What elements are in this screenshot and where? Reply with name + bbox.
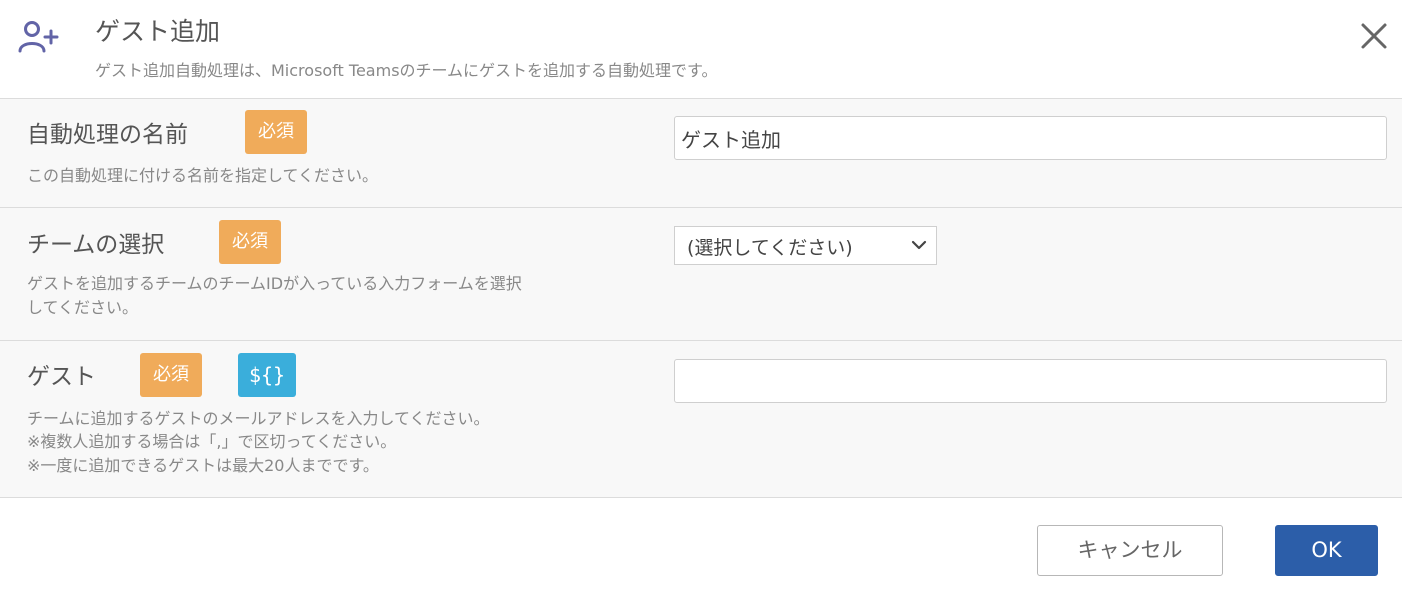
user-plus-icon [18,21,59,53]
guest-description-line-2: ※複数人追加する場合は「,」で区切ってください。 [27,432,397,451]
close-icon[interactable] [1356,18,1392,54]
team-select-label: チームの選択 [27,232,165,258]
team-select-description-line-1: ゲストを追加するチームのチームIDが入っている入力フォームを選択 [27,274,522,293]
variable-insert-button[interactable]: ${} [238,353,296,397]
guest-add-dialog: ゲスト追加 ゲスト追加自動処理は、Microsoft Teamsのチームにゲスト… [0,0,1402,589]
field-row-team-select: チームの選択 必須 ゲストを追加するチームのチームIDが入っている入力フォームを… [0,208,1402,341]
guest-label: ゲスト [27,364,96,390]
guest-email-input[interactable] [674,359,1387,403]
field-row-automation-name: 自動処理の名前 必須 この自動処理に付ける名前を指定してください。 [0,99,1402,208]
team-select-description-line-2: してください。 [27,298,139,317]
team-select-dropdown[interactable]: (選択してください) [674,226,937,265]
guest-description-line-1: チームに追加するゲストのメールアドレスを入力してください。 [27,409,490,428]
required-badge: 必須 [219,220,281,264]
team-select-value: (選択してください) [687,237,853,259]
cancel-button[interactable]: キャンセル [1037,525,1223,576]
field-row-guest: ゲスト 必須 ${} チームに追加するゲストのメールアドレスを入力してください。… [0,341,1402,498]
dialog-header: ゲスト追加 ゲスト追加自動処理は、Microsoft Teamsのチームにゲスト… [0,0,1402,99]
required-badge: 必須 [245,110,307,154]
automation-name-description: この自動処理に付ける名前を指定してください。 [27,166,379,185]
dialog-title: ゲスト追加 [95,17,221,46]
required-badge: 必須 [140,353,202,397]
chevron-down-icon [911,240,927,250]
guest-description-line-3: ※一度に追加できるゲストは最大20人までです。 [27,456,379,475]
automation-name-input[interactable] [674,116,1387,160]
automation-name-label: 自動処理の名前 [27,122,188,148]
dialog-description: ゲスト追加自動処理は、Microsoft Teamsのチームにゲストを追加する自… [95,61,718,80]
ok-button[interactable]: OK [1275,525,1378,576]
